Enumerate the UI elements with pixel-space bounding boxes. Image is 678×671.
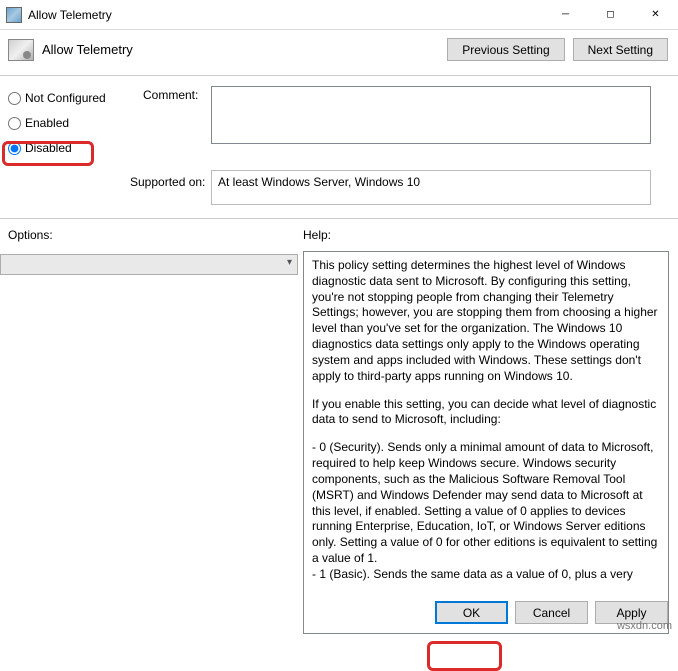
lower-panel: Options: Help: This policy setting deter…: [0, 218, 678, 219]
help-paragraph: This policy setting determines the highe…: [312, 258, 660, 385]
radio-disabled[interactable]: Disabled: [8, 138, 128, 163]
help-paragraph: - 1 (Basic). Sends the same data as a va…: [312, 567, 660, 583]
title-bar: Allow Telemetry ─ ◻ ✕: [0, 0, 678, 30]
comment-label: Comment:: [143, 88, 198, 102]
next-setting-button[interactable]: Next Setting: [573, 38, 668, 61]
comment-textarea[interactable]: [211, 86, 651, 144]
help-label: Help:: [303, 228, 331, 242]
options-label: Options:: [8, 228, 53, 242]
radio-enabled[interactable]: Enabled: [8, 113, 128, 138]
watermark-text: wsxdn.com: [617, 620, 672, 632]
cancel-button[interactable]: Cancel: [515, 601, 588, 624]
radio-not-configured-input[interactable]: [8, 92, 21, 105]
supported-on-value: At least Windows Server, Windows 10: [211, 170, 651, 205]
radio-label: Enabled: [25, 116, 69, 130]
window-controls: ─ ◻ ✕: [543, 0, 678, 29]
policy-title: Allow Telemetry: [42, 42, 447, 57]
minimize-button[interactable]: ─: [543, 0, 588, 29]
policy-icon: [8, 39, 34, 61]
radio-label: Disabled: [25, 141, 72, 155]
radio-enabled-input[interactable]: [8, 117, 21, 130]
help-text-box[interactable]: This policy setting determines the highe…: [303, 251, 669, 634]
radio-label: Not Configured: [25, 91, 106, 105]
help-paragraph: If you enable this setting, you can deci…: [312, 397, 660, 429]
supported-on-label: Supported on:: [130, 175, 205, 189]
ok-button[interactable]: OK: [435, 601, 508, 624]
window-title: Allow Telemetry: [28, 8, 543, 22]
state-radio-group: Not Configured Enabled Disabled: [8, 88, 128, 163]
window-icon: [6, 7, 22, 23]
annotation-highlight-ok: [427, 641, 502, 671]
close-button[interactable]: ✕: [633, 0, 678, 29]
previous-setting-button[interactable]: Previous Setting: [447, 38, 564, 61]
help-paragraph: - 0 (Security). Sends only a minimal amo…: [312, 440, 660, 567]
radio-not-configured[interactable]: Not Configured: [8, 88, 128, 113]
header: Allow Telemetry Previous Setting Next Se…: [0, 30, 678, 76]
radio-disabled-input[interactable]: [8, 142, 21, 155]
options-dropdown[interactable]: [0, 254, 298, 275]
maximize-button[interactable]: ◻: [588, 0, 633, 29]
